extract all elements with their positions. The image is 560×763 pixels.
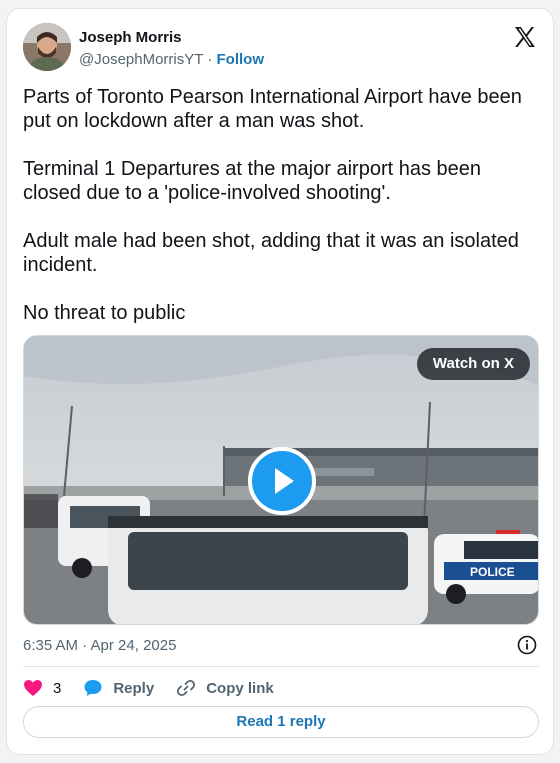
author-name[interactable]: Joseph Morris: [79, 29, 182, 46]
tweet-card: Joseph Morris @JosephMorrisYT · Follow P…: [6, 8, 554, 755]
copy-link-button[interactable]: Copy link: [176, 678, 274, 698]
divider: [23, 666, 539, 667]
tweet-text: Parts of Toronto Pearson International A…: [23, 85, 539, 349]
watch-on-x-button[interactable]: Watch on X: [416, 348, 530, 380]
info-icon[interactable]: [517, 635, 537, 655]
x-logo-icon[interactable]: [513, 25, 537, 49]
action-bar: 3 Reply Copy link: [23, 675, 296, 701]
link-icon: [177, 679, 196, 697]
like-button[interactable]: 3: [23, 679, 61, 697]
tweet-paragraph: Parts of Toronto Pearson International A…: [23, 86, 522, 132]
play-icon: [275, 468, 294, 494]
follow-button[interactable]: Follow: [217, 51, 265, 68]
reply-action-button[interactable]: Reply: [83, 678, 154, 698]
speech-bubble-icon: [84, 680, 102, 696]
read-replies-button[interactable]: Read 1 reply: [23, 706, 539, 738]
avatar-photo: [23, 23, 71, 71]
author-handle[interactable]: @JosephMorrisYT: [79, 51, 203, 68]
timestamp[interactable]: 6:35 AM · Apr 24, 2025: [23, 637, 176, 654]
copy-link-label: Copy link: [206, 679, 274, 697]
like-count: 3: [53, 679, 62, 697]
separator-dot: ·: [207, 51, 213, 68]
tweet-paragraph: Terminal 1 Departures at the major airpo…: [23, 158, 482, 204]
play-button[interactable]: [248, 447, 316, 515]
reply-action-label: Reply: [113, 679, 155, 697]
police-car-text: POLICE: [470, 565, 515, 579]
heart-icon: [24, 680, 42, 696]
avatar[interactable]: [23, 23, 71, 71]
author-handle-row: @JosephMorrisYT · Follow: [79, 51, 264, 68]
tweet-paragraph: No threat to public: [23, 302, 186, 324]
tweet-paragraph: Adult male had been shot, adding that it…: [23, 230, 519, 276]
video-thumbnail[interactable]: POLICE Watch on X: [23, 335, 539, 625]
